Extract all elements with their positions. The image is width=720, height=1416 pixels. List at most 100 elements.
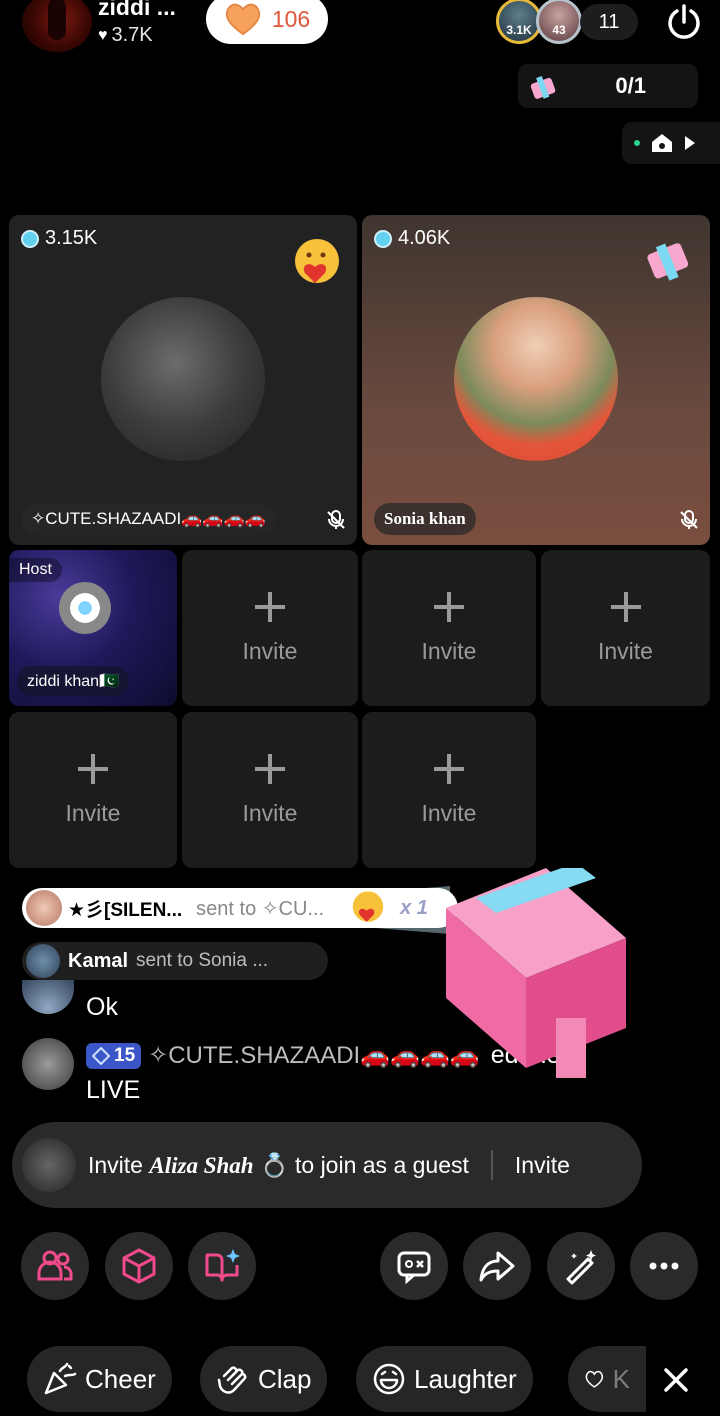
reaction-heart[interactable]: K [568,1346,646,1412]
avatar[interactable] [22,1038,74,1090]
gift-box-button[interactable] [105,1232,173,1300]
guest-tile[interactable]: 4.06K Sonia khan [362,215,710,545]
top-viewers[interactable]: 3.1K 43 [496,0,582,44]
comment[interactable]: 15 ✧CUTE.SHAZAADI🚗🚗🚗🚗 ed the LIVE [22,1038,560,1107]
invite-suffix: to join as a guest [288,1151,469,1178]
host-likes: ♥ 3.7K [98,24,153,47]
invite-banner-text: Invite Aliza Shah 💍 to join as a guest [88,1152,469,1179]
comment-text: Ok [86,993,118,1021]
avatar[interactable] [22,980,74,1014]
reaction-label: Clap [258,1363,312,1394]
guest-avatar[interactable] [454,297,618,461]
level-value: 15 [114,1045,136,1067]
like-count: 106 [271,5,311,32]
clap-icon [217,1366,247,1394]
avatar [26,944,60,978]
reaction-clap[interactable]: Clap [200,1346,328,1412]
comment-username[interactable]: ✧CUTE.SHAZAADI🚗🚗🚗🚗 [148,1042,480,1069]
guest-avatar[interactable] [101,297,265,461]
level-badge: 15 [86,1043,142,1070]
host-slot-name: ziddi khan🇵🇰 [17,666,129,696]
book-button[interactable] [188,1232,256,1300]
invite-slot[interactable]: Invite [362,550,536,706]
status-dot-icon [634,140,640,146]
host-avatar[interactable] [22,0,92,52]
reaction-cheer[interactable]: Cheer [27,1346,172,1412]
host-avatar-image [59,582,111,634]
close-icon[interactable] [654,1358,698,1402]
invite-label: Invite [242,800,298,826]
viewer-score: 3.1K [506,23,532,37]
guest-tile[interactable]: 3.15K ✧CUTE.SHAZAADI🚗🚗🚗🚗 [9,215,357,545]
reaction-label: Cheer [85,1363,156,1394]
coin-count: 3.15K [21,227,97,250]
avatar [22,1138,76,1192]
coin-value: 3.15K [45,227,98,249]
invite-slot[interactable]: Invite [541,550,710,706]
gift-notification: ★彡[SILEN... sent to ✧CU... x 1 [22,888,458,928]
more-button[interactable] [630,1232,698,1300]
share-button[interactable] [463,1232,531,1300]
plus-icon [434,754,464,784]
comment-box-button[interactable] [380,1232,448,1300]
avatar [26,890,62,926]
share-icon [479,1251,515,1282]
diamond-icon [92,1047,110,1066]
laugh-icon [373,1363,405,1395]
viewer-score: 43 [552,23,566,37]
gift-notification: Kamal sent to Sonia ... [22,942,328,980]
coin-count: 4.06K [374,227,450,250]
invite-label: Invite [421,800,477,826]
invite-prefix: Invite [88,1151,150,1178]
ring-icon: 💍 [259,1151,289,1178]
coin-value: 4.06K [398,227,451,249]
play-icon [685,136,695,150]
host-slot[interactable]: Host ziddi khan🇵🇰 [9,550,177,706]
book-sparkle-icon [205,1249,240,1282]
invite-slot[interactable]: Invite [9,712,177,868]
plus-icon [255,592,285,622]
reaction-laughter[interactable]: Laughter [356,1346,533,1412]
invite-user-name: Aliza Shah [149,1152,254,1178]
gift-box-icon [530,76,556,99]
host-name[interactable]: ziddi ... [98,0,176,21]
comment-body: 15 ✧CUTE.SHAZAADI🚗🚗🚗🚗 ed the LIVE [86,1038,560,1107]
like-button[interactable]: 106 [206,0,328,44]
heart-icon [225,3,260,36]
power-icon[interactable] [664,2,704,42]
comment-text: LIVE [86,1076,141,1104]
home-icon [652,134,672,152]
invite-slot[interactable]: Invite [362,712,536,868]
comment[interactable]: Ok [22,980,118,1024]
people-button[interactable] [21,1232,89,1300]
coin-icon [374,229,392,248]
invite-button[interactable]: Invite [515,1152,570,1179]
mic-muted-icon [327,510,345,529]
host-label: Host [9,558,62,582]
invite-label: Invite [242,638,298,664]
host-likes-value: 3.7K [111,24,153,46]
gift-goal[interactable]: 0/1 [518,64,698,108]
heart-outline-icon [585,1370,604,1388]
guest-name[interactable]: ✧CUTE.SHAZAADI🚗🚗🚗🚗 [21,503,276,535]
viewer-avatar[interactable]: 43 [536,0,582,44]
invite-guest-banner[interactable]: Invite Aliza Shah 💍 to join as a guest I… [12,1122,642,1208]
cube-icon [122,1248,156,1284]
invite-slot[interactable]: Invite [182,550,358,706]
gift-goal-progress: 0/1 [615,73,646,98]
invite-slot[interactable]: Invite [182,712,358,868]
guest-name[interactable]: Sonia khan [374,503,476,535]
mic-muted-icon [680,510,698,529]
magic-wand-icon [566,1250,596,1285]
coin-icon [21,229,39,248]
effects-button[interactable] [547,1232,615,1300]
invite-label: Invite [598,638,653,664]
heart-icon: ♥ [98,26,108,44]
mini-status-bar[interactable] [622,122,720,164]
more-icon [649,1262,679,1270]
people-icon [37,1250,73,1281]
comment-text: ed the [490,1041,561,1069]
gift-sender-name: ★彡[SILEN... [68,899,183,921]
viewer-count[interactable]: 11 [580,4,638,40]
hugging-heart-emoji-icon [352,891,384,922]
